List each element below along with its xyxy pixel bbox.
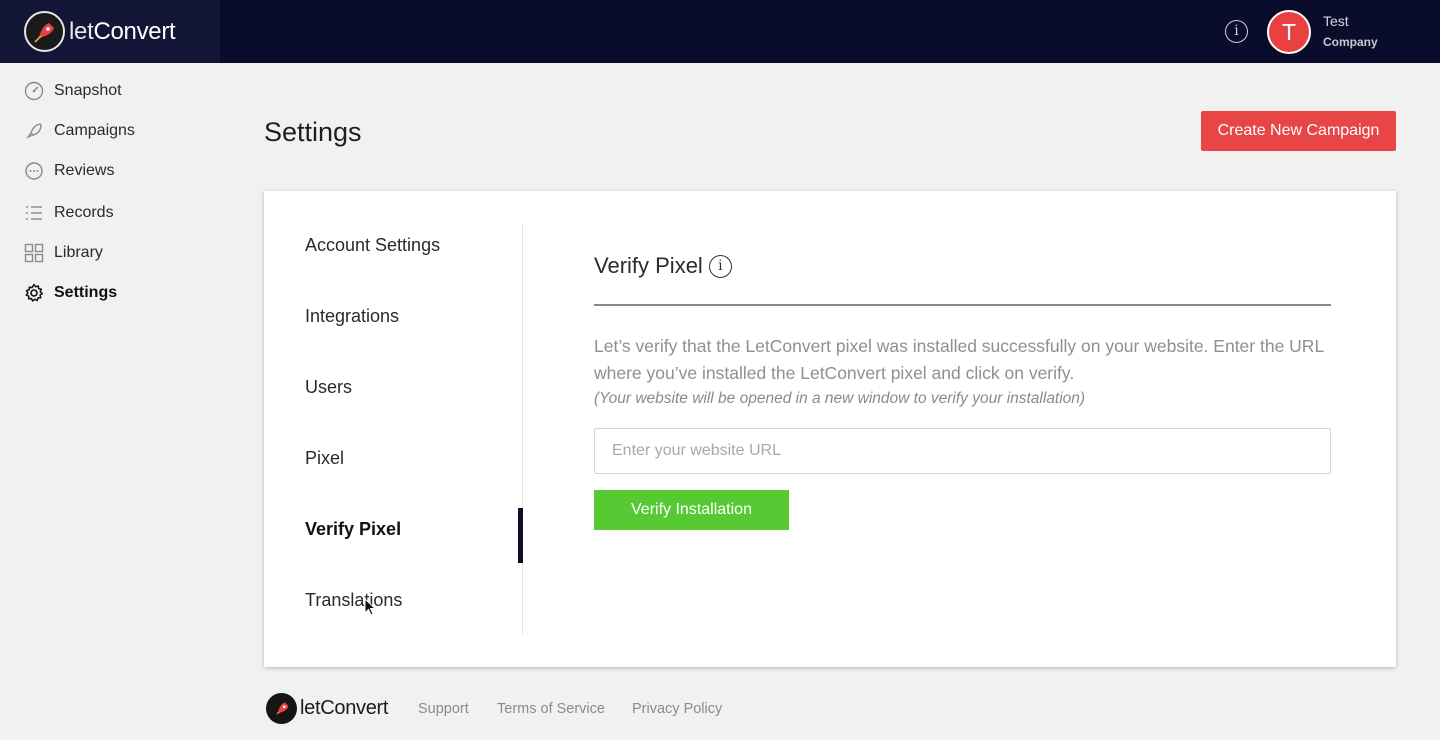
list-icon <box>24 203 44 223</box>
sidebar-item-label: Library <box>54 244 103 261</box>
page-title: Settings <box>264 117 362 147</box>
sidebar-item-label: Records <box>54 204 114 221</box>
footer-brand-name: letConvert <box>300 697 388 720</box>
settings-card: Account Settings Integrations Users Pixe… <box>264 191 1396 667</box>
settings-tab-translations[interactable]: Translations <box>305 590 402 611</box>
sidebar-item-reviews[interactable]: Reviews <box>24 159 114 183</box>
info-circle-icon[interactable]: i <box>708 254 732 278</box>
verify-installation-button[interactable]: Verify Installation <box>594 490 789 530</box>
create-new-campaign-button[interactable]: Create New Campaign <box>1201 111 1396 151</box>
top-navbar: letConvert i T Test Company <box>0 0 1440 63</box>
brand-logo[interactable]: letConvert <box>0 0 220 63</box>
verify-note: (Your website will be opened in a new wi… <box>594 390 1086 407</box>
brand-name-light: let <box>69 17 94 45</box>
info-circle-icon[interactable]: i <box>1225 20 1248 43</box>
sidebar-item-label: Snapshot <box>54 82 122 99</box>
sidebar-item-settings[interactable]: Settings <box>24 281 117 305</box>
settings-tab-account-settings[interactable]: Account Settings <box>305 235 440 256</box>
section-divider <box>594 304 1331 306</box>
footer-link-terms-of-service[interactable]: Terms of Service <box>497 701 605 717</box>
active-tab-indicator <box>518 508 523 563</box>
footer-link-privacy-policy[interactable]: Privacy Policy <box>632 701 722 717</box>
user-name[interactable]: Test <box>1323 13 1349 29</box>
sidebar-item-snapshot[interactable]: Snapshot <box>24 79 122 103</box>
speedometer-icon <box>24 81 44 101</box>
chat-bubble-icon <box>24 161 44 181</box>
brand-name: letConvert <box>69 17 176 46</box>
sidebar-item-library[interactable]: Library <box>24 241 103 265</box>
rocket-icon <box>24 121 44 141</box>
website-url-input[interactable] <box>594 428 1331 474</box>
sidebar-item-label: Settings <box>54 284 118 301</box>
gear-icon <box>24 283 44 303</box>
section-title: Verify Pixel i <box>594 253 732 279</box>
footer-link-support[interactable]: Support <box>418 701 469 717</box>
sidebar-item-campaigns[interactable]: Campaigns <box>24 119 135 143</box>
footer-brand-name-bold: Convert <box>320 697 389 719</box>
grid-icon <box>24 243 44 263</box>
footer-logo[interactable]: letConvert <box>266 693 388 724</box>
sidebar-item-label: Reviews <box>54 162 115 179</box>
user-company: Company <box>1323 35 1378 49</box>
settings-tab-users[interactable]: Users <box>305 377 352 398</box>
settings-tab-pixel[interactable]: Pixel <box>305 448 344 469</box>
sidebar: Snapshot Campaigns Reviews Records Libra… <box>0 63 220 740</box>
settings-nav-divider <box>522 224 523 634</box>
verify-description: Let’s verify that the LetConvert pixel w… <box>594 336 1324 383</box>
brand-name-bold: Convert <box>93 17 176 45</box>
sidebar-item-records[interactable]: Records <box>24 201 114 225</box>
settings-tab-integrations[interactable]: Integrations <box>305 306 399 327</box>
footer-brand-name-light: let <box>300 697 321 719</box>
sidebar-item-label: Campaigns <box>54 122 135 139</box>
verify-pixel-heading: Verify Pixel <box>594 253 703 278</box>
rocket-logo-icon <box>266 693 297 724</box>
mouse-cursor-icon <box>364 598 376 616</box>
settings-tab-verify-pixel[interactable]: Verify Pixel <box>305 519 401 540</box>
avatar[interactable]: T <box>1267 10 1311 54</box>
rocket-logo-icon <box>24 11 65 52</box>
